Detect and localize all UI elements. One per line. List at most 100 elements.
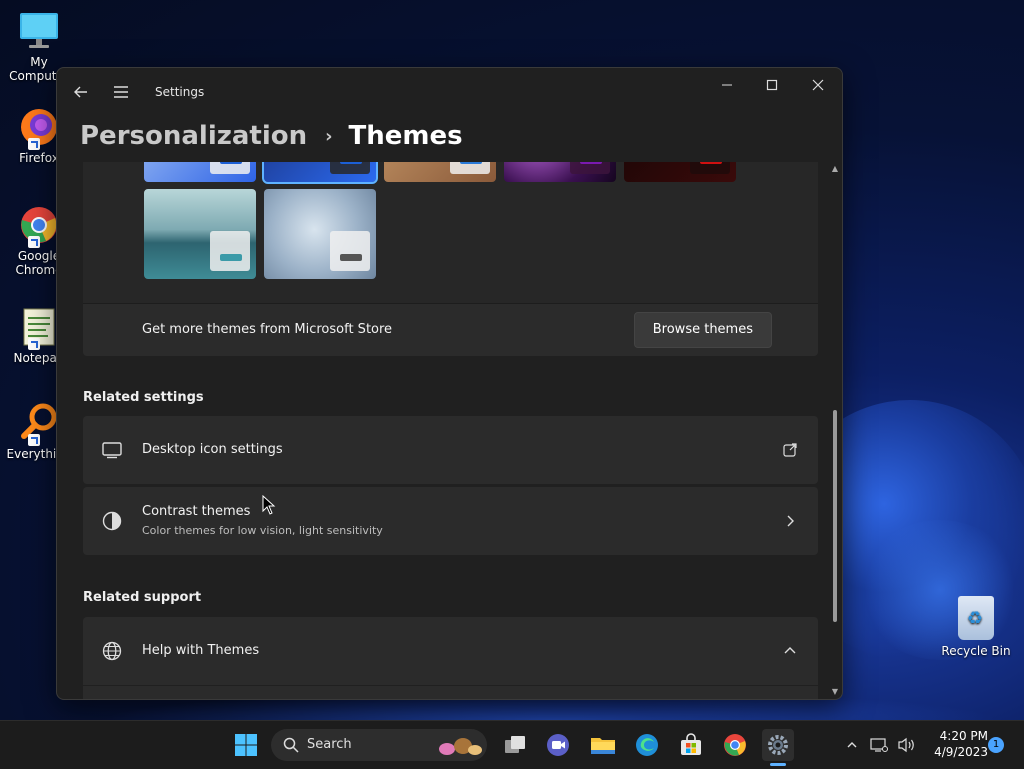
theme-preview-window (570, 162, 610, 174)
theme-thumbnail-windows-light[interactable] (144, 162, 256, 182)
close-icon (812, 79, 824, 91)
store-row-text: Get more themes from Microsoft Store (142, 322, 393, 337)
firefox-icon (18, 106, 60, 150)
settings-content-pane[interactable]: Get more themes from Microsoft Store Bro… (57, 162, 842, 699)
teams-chat-button[interactable] (542, 729, 574, 761)
desktop-icon-recycle-bin[interactable]: Recycle Bin (940, 596, 1012, 658)
theme-thumbnail-windows-dark[interactable] (262, 162, 378, 184)
theme-thumbnail-glow[interactable] (384, 162, 496, 182)
folder-icon (591, 738, 615, 754)
theme-preview-window (330, 162, 370, 174)
contrast-themes-row[interactable]: Contrast themes Color themes for low vis… (83, 487, 818, 555)
clock[interactable]: 4:20 PM 4/9/2023 (928, 728, 988, 760)
close-button[interactable] (795, 72, 841, 102)
settings-window: Settings Personalization › Themes Get mo… (56, 67, 843, 700)
monitor-icon (102, 442, 122, 459)
microsoft-store-button[interactable] (675, 729, 707, 761)
theme-thumbnail-captured-motion[interactable] (504, 162, 616, 182)
windows-logo-icon (235, 734, 257, 756)
related-support-heading: Related support (83, 590, 202, 605)
theme-thumbnail-flow[interactable] (624, 162, 736, 182)
clock-time: 4:20 PM (939, 729, 988, 743)
monitor-icon (18, 10, 60, 52)
settings-taskbar-button[interactable] (762, 729, 794, 761)
maximize-button[interactable] (749, 72, 795, 102)
hamburger-icon (114, 86, 128, 98)
contrast-icon (102, 511, 122, 531)
scroll-up-arrow-icon[interactable]: ▲ (830, 164, 840, 174)
desktop-icon-settings-row[interactable]: Desktop icon settings (83, 416, 818, 484)
chrome-taskbar-button[interactable] (719, 729, 751, 761)
help-expanded-content (83, 686, 818, 699)
chevron-right-icon: › (325, 125, 333, 147)
minimize-button[interactable] (704, 72, 750, 102)
theme-thumbnail-bloom-gray[interactable] (264, 189, 376, 279)
search-placeholder: Search (307, 737, 352, 752)
show-hidden-icons-button[interactable] (836, 729, 868, 761)
title-bar[interactable]: Settings (57, 68, 842, 116)
chevron-up-icon (847, 742, 857, 748)
theme-preview-window (210, 162, 250, 174)
edge-button[interactable] (631, 729, 663, 761)
theme-thumbnail-sunrise-lake[interactable] (144, 189, 256, 279)
search-highlight-illustration-icon (439, 738, 482, 755)
volume-button[interactable] (894, 729, 920, 761)
content-scrollbar[interactable]: ▲ ▼ (830, 162, 840, 699)
row-subtitle: Color themes for low vision, light sensi… (142, 524, 383, 537)
navigation-menu-button[interactable] (107, 78, 135, 106)
breadcrumb-parent-link[interactable]: Personalization (80, 121, 307, 151)
theme-preview-window (450, 162, 490, 174)
shortcut-arrow-icon (28, 338, 40, 350)
back-button[interactable] (67, 78, 95, 106)
minimize-icon (722, 84, 732, 86)
start-button[interactable] (230, 729, 262, 761)
row-title: Contrast themes (142, 504, 251, 519)
page-title: Themes (348, 121, 463, 151)
open-external-icon (783, 443, 797, 457)
clock-date: 4/9/2023 (934, 745, 988, 759)
speaker-icon (898, 737, 914, 753)
theme-preview-window (330, 231, 370, 271)
chevron-up-icon (784, 647, 796, 654)
row-title: Desktop icon settings (142, 442, 283, 457)
theme-preview-window (690, 162, 730, 174)
taskbar: Search 4:20 PM 4/9/2023 1 (0, 720, 1024, 769)
help-with-themes-row[interactable]: Help with Themes (83, 617, 818, 685)
taskbar-search-box[interactable]: Search (271, 729, 487, 761)
scroll-down-arrow-icon[interactable]: ▼ (830, 687, 840, 697)
shortcut-arrow-icon (28, 236, 40, 248)
mouse-cursor-icon (262, 495, 276, 515)
network-status-button[interactable] (868, 729, 890, 761)
file-explorer-button[interactable] (587, 729, 619, 761)
edge-icon (636, 734, 658, 756)
chevron-right-icon (787, 515, 794, 527)
shortcut-arrow-icon (28, 434, 40, 446)
gear-icon (768, 735, 788, 755)
chrome-icon (724, 734, 746, 756)
search-icon (283, 737, 299, 753)
theme-preview-window (210, 231, 250, 271)
related-settings-heading: Related settings (83, 390, 204, 405)
network-icon (870, 738, 888, 752)
breadcrumb: Personalization › Themes (80, 116, 463, 156)
app-title: Settings (155, 85, 205, 99)
row-title: Help with Themes (142, 643, 260, 658)
microsoft-store-row: Get more themes from Microsoft Store Bro… (83, 303, 818, 356)
desktop-icon-label: Recycle Bin (941, 644, 1011, 658)
browse-themes-button[interactable]: Browse themes (633, 312, 772, 348)
globe-icon (102, 641, 122, 661)
store-bag-icon (681, 733, 701, 755)
active-app-indicator (770, 763, 786, 766)
notepad-icon (18, 306, 60, 350)
arrow-left-icon (74, 86, 87, 98)
camera-chat-icon (547, 734, 569, 756)
notification-badge[interactable]: 1 (988, 737, 1004, 753)
task-view-button[interactable] (499, 729, 531, 761)
chrome-icon (18, 204, 60, 248)
scrollbar-thumb[interactable] (833, 410, 837, 622)
shortcut-arrow-icon (28, 138, 40, 150)
maximize-icon (766, 79, 778, 91)
task-view-icon (505, 736, 525, 753)
magnifier-icon (18, 402, 60, 446)
recycle-bin-icon (958, 596, 994, 640)
